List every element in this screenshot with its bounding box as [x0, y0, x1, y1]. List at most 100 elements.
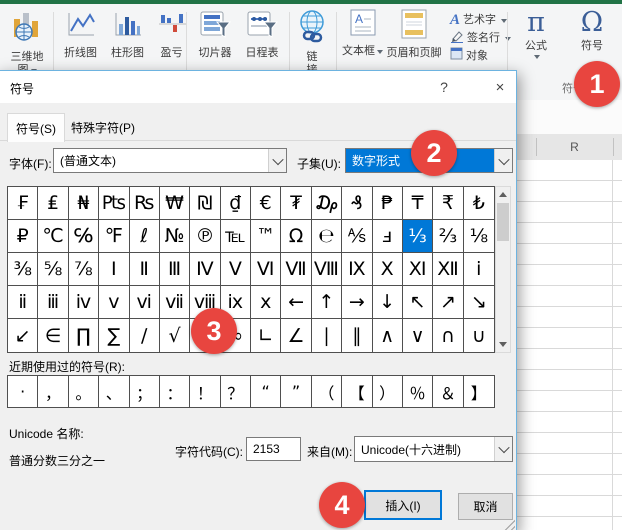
scroll-up-button[interactable] [496, 187, 510, 202]
symbol-cell[interactable]: ∑ [99, 319, 129, 352]
symbol-cell[interactable]: Ⅹ [373, 253, 403, 286]
symbol-cell[interactable]: ∏ [69, 319, 99, 352]
ribbon-column-chart-button[interactable]: 柱形图 [104, 9, 151, 60]
symbol-cell[interactable]: ₰ [342, 187, 372, 220]
symbol-cell[interactable]: Ⅴ [221, 253, 251, 286]
symbol-cell[interactable]: Ⅳ [190, 253, 220, 286]
dropdown-arrow-button[interactable] [494, 437, 512, 461]
symbol-cell[interactable]: ⅹ [251, 286, 281, 319]
font-dropdown[interactable]: (普通文本) [53, 148, 287, 173]
insert-button[interactable]: 插入(I) [364, 490, 442, 520]
symbol-cell[interactable]: ⅜ [8, 253, 38, 286]
symbol-cell[interactable]: ∩ [433, 319, 463, 352]
symbol-cell[interactable]: ℡ [221, 220, 251, 253]
symbol-cell[interactable]: № [160, 220, 190, 253]
symbol-cell[interactable]: ℉ [99, 220, 129, 253]
symbol-cell[interactable]: ℮ [312, 220, 342, 253]
column-header-r[interactable]: R [536, 140, 613, 154]
symbol-cell[interactable]: Ω [281, 220, 311, 253]
symbol-cell[interactable]: ℅ [69, 220, 99, 253]
symbol-cell[interactable]: ⅝ [38, 253, 68, 286]
symbol-cell[interactable]: ↓ [373, 286, 403, 319]
symbol-cell[interactable]: ⅔ [433, 220, 463, 253]
symbol-cell[interactable]: ← [281, 286, 311, 319]
symbol-cell[interactable]: Ⅶ [281, 253, 311, 286]
symbol-cell[interactable]: ∈ [38, 319, 68, 352]
symbol-cell[interactable]: Ⅷ [312, 253, 342, 286]
symbol-cell[interactable]: ℃ [38, 220, 68, 253]
symbol-cell[interactable]: ™ [251, 220, 281, 253]
symbol-cell[interactable]: ⅓ [403, 220, 433, 253]
symbol-cell[interactable]: ↘ [464, 286, 494, 319]
symbol-cell[interactable]: ∠ [281, 319, 311, 352]
symbol-cell[interactable]: ⅱ [8, 286, 38, 319]
recent-symbol-cell[interactable]: · [8, 376, 38, 407]
symbol-cell[interactable]: ₺ [464, 187, 494, 220]
symbol-cell[interactable]: ₹ [433, 187, 463, 220]
dropdown-arrow-button[interactable] [494, 149, 512, 172]
symbol-grid-scrollbar[interactable] [495, 186, 511, 353]
ribbon-slicer-button[interactable]: 切片器 [192, 9, 238, 60]
ribbon-signature-button[interactable]: 签名行 [450, 30, 511, 46]
ribbon-headerfooter-button[interactable]: 页眉和页脚 [384, 9, 444, 60]
symbol-cell[interactable]: ↗ [433, 286, 463, 319]
ribbon-line-chart-button[interactable]: 折线图 [57, 9, 104, 60]
symbol-cell[interactable]: ₮ [281, 187, 311, 220]
recent-symbol-cell[interactable]: 。 [69, 376, 99, 407]
tab-symbols[interactable]: 符号(S) [7, 113, 65, 142]
char-code-input[interactable] [246, 437, 301, 461]
symbol-cell[interactable]: ∪ [464, 319, 494, 352]
close-button[interactable]: × [485, 73, 515, 101]
dialog-titlebar[interactable]: 符号 ? × [0, 71, 516, 103]
symbol-cell[interactable]: ∧ [373, 319, 403, 352]
symbol-cell[interactable]: ⅲ [38, 286, 68, 319]
sheet-cells[interactable] [514, 160, 622, 530]
symbol-cell[interactable]: ∥ [342, 319, 372, 352]
symbol-cell[interactable]: ↑ [312, 286, 342, 319]
ribbon-object-button[interactable]: 对象 [450, 48, 488, 64]
symbol-cell[interactable]: ₽ [8, 220, 38, 253]
from-dropdown[interactable]: Unicode(十六进制) [354, 436, 513, 462]
symbol-cell[interactable]: ∣ [312, 319, 342, 352]
symbol-cell[interactable]: → [342, 286, 372, 319]
recent-symbol-cell[interactable]: 】 [464, 376, 494, 407]
recent-symbol-cell[interactable]: 、 [99, 376, 129, 407]
scrollbar-thumb[interactable] [497, 203, 509, 241]
symbol-cell[interactable]: Ⅱ [130, 253, 160, 286]
recent-symbol-cell[interactable]: ： [160, 376, 190, 407]
symbol-cell[interactable]: ₱ [373, 187, 403, 220]
scroll-down-button[interactable] [496, 337, 510, 352]
symbol-cell[interactable]: Ⅻ [433, 253, 463, 286]
symbol-cell[interactable]: ₩ [160, 187, 190, 220]
symbol-cell[interactable]: ₣ [8, 187, 38, 220]
symbol-cell[interactable]: Ⅺ [403, 253, 433, 286]
help-button[interactable]: ? [429, 73, 459, 101]
recent-symbol-cell[interactable]: （ [312, 376, 342, 407]
ribbon-textbox-button[interactable]: A 文本框 [340, 9, 385, 58]
symbol-cell[interactable]: ⅶ [160, 286, 190, 319]
symbol-cell[interactable]: ↖ [403, 286, 433, 319]
symbol-cell[interactable]: ∟ [251, 319, 281, 352]
symbol-cell[interactable]: Ⅰ [99, 253, 129, 286]
recent-symbol-cell[interactable]: ？ [221, 376, 251, 407]
ribbon-symbol-button[interactable]: Ω 符号 [568, 9, 616, 53]
symbol-cell[interactable]: ⅳ [69, 286, 99, 319]
recent-symbol-cell[interactable]: ” [281, 376, 311, 407]
symbol-cell[interactable]: ₫ [221, 187, 251, 220]
symbol-cell[interactable]: ↙ [8, 319, 38, 352]
dropdown-arrow-button[interactable] [268, 149, 286, 172]
recent-symbol-cell[interactable]: ） [373, 376, 403, 407]
symbol-cell[interactable]: ℗ [190, 220, 220, 253]
recent-symbol-cell[interactable]: ！ [190, 376, 220, 407]
symbol-cell[interactable]: ₤ [38, 187, 68, 220]
recent-symbol-cell[interactable]: ， [38, 376, 68, 407]
symbol-cell[interactable]: ⅛ [464, 220, 494, 253]
symbol-cell[interactable]: ∕ [130, 319, 160, 352]
symbol-cell[interactable]: ⅎ [373, 220, 403, 253]
symbol-cell[interactable]: ₸ [403, 187, 433, 220]
symbol-cell[interactable]: € [251, 187, 281, 220]
symbol-cell[interactable]: ₧ [99, 187, 129, 220]
symbol-cell[interactable]: ⅵ [130, 286, 160, 319]
ribbon-3d-map-button[interactable]: 三维地 图 [2, 9, 52, 77]
ribbon-link-button[interactable]: 链 接 [292, 9, 332, 77]
